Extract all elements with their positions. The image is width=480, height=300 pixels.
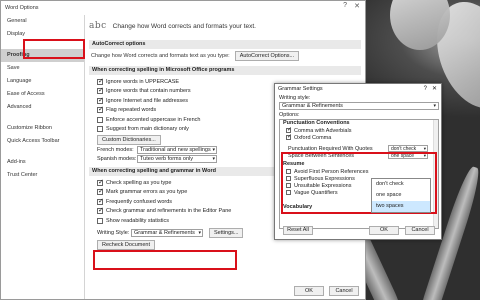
- checkbox[interactable]: [97, 126, 103, 133]
- option-comma-adverbials[interactable]: Comma with Adverbials: [280, 126, 438, 134]
- panel-header: abc Change how Word corrects and formats…: [89, 15, 361, 37]
- highlight-proofing: [23, 39, 85, 59]
- recheck-row: Recheck Document: [89, 239, 361, 250]
- french-modes-select[interactable]: Traditional and new spellings ▾: [137, 145, 217, 154]
- spanish-modes-label: Spanish modes:: [97, 156, 137, 163]
- abc-icon: abc: [89, 21, 107, 31]
- autocorrect-desc: Change how Word corrects and formats tex…: [91, 53, 230, 59]
- checkbox[interactable]: [97, 116, 103, 123]
- help-icon[interactable]: ?: [424, 84, 427, 95]
- sidebar-item-ease-of-access[interactable]: Ease of Access: [1, 88, 84, 101]
- select-value: Grammar & Refinements: [282, 103, 343, 109]
- writing-style-label: Writing style:: [279, 95, 311, 101]
- checkbox-label: Enforce accented uppercase in French: [106, 116, 201, 123]
- checkbox-label: Frequently confused words: [106, 198, 173, 205]
- option-oxford-comma[interactable]: Oxford Comma: [280, 133, 438, 141]
- autocorrect-row: Change how Word corrects and formats tex…: [89, 49, 361, 63]
- help-icon[interactable]: ?: [343, 2, 347, 9]
- checkbox-label: Flag repeated words: [106, 107, 157, 114]
- dialog-footer: Reset All OK Cancel: [279, 226, 437, 236]
- dialog-title: Grammar Settings: [278, 86, 323, 92]
- sidebar-item-add-ins[interactable]: Add-ins: [1, 156, 84, 169]
- sidebar-item-customize-ribbon[interactable]: Customize Ribbon: [1, 122, 84, 135]
- select-value: Traditional and new spellings: [140, 146, 211, 153]
- cancel-button[interactable]: Cancel: [329, 286, 359, 296]
- checkbox-label: Ignore words that contain numbers: [106, 88, 191, 95]
- sidebar-item-advanced[interactable]: Advanced: [1, 101, 84, 114]
- checkbox[interactable]: [97, 86, 104, 95]
- space-dropdown-menu: don't check one space two spaces: [371, 178, 431, 213]
- select-value: Tuteo verb forms only: [140, 156, 193, 163]
- checkbox-label: Check grammar and refinements in the Edi…: [106, 208, 232, 215]
- checkbox[interactable]: [97, 217, 103, 224]
- group-heading: Punctuation Conventions: [283, 120, 350, 126]
- close-icon[interactable]: ✕: [432, 84, 437, 95]
- settings-button[interactable]: Settings...: [209, 227, 244, 238]
- checkbox[interactable]: [97, 105, 104, 114]
- option-label: Punctuation Required With Quotes: [288, 145, 373, 152]
- autocorrect-options-button[interactable]: AutoCorrect Options...: [234, 51, 300, 61]
- dropdown-option-selected[interactable]: two spaces: [372, 201, 430, 212]
- checkbox[interactable]: [97, 206, 104, 215]
- chevron-down-icon: ▾: [212, 156, 215, 163]
- dropdown-option[interactable]: one space: [372, 190, 430, 201]
- section-office-spelling: When correcting spelling in Microsoft Of…: [89, 66, 361, 75]
- french-modes-label: French modes:: [97, 146, 134, 153]
- dropdown-option[interactable]: don't check: [372, 179, 430, 190]
- ok-button[interactable]: OK: [294, 286, 324, 296]
- spanish-modes-select[interactable]: Tuteo verb forms only ▾: [137, 155, 217, 164]
- chevron-down-icon: ▾: [433, 103, 436, 109]
- chevron-down-icon: ▾: [198, 229, 201, 236]
- section-autocorrect: AutoCorrect options: [89, 40, 361, 49]
- writing-style-label: Writing Style:: [97, 229, 130, 236]
- reset-all-button[interactable]: Reset All: [283, 226, 313, 235]
- checkbox[interactable]: [97, 187, 104, 196]
- checkbox-label: Mark grammar errors as you type: [106, 189, 188, 196]
- option-label: Oxford Comma: [294, 134, 332, 141]
- checkbox-label: Check spelling as you type: [106, 179, 172, 186]
- panel-heading: Change how Word corrects and formats you…: [112, 22, 256, 30]
- chevron-down-icon: ▾: [212, 146, 215, 153]
- sidebar-item-general[interactable]: General: [1, 15, 84, 28]
- ok-button[interactable]: OK: [369, 226, 399, 235]
- dialog-footer: OK Cancel: [294, 286, 359, 296]
- option-quotes: Punctuation Required With Quotes don't c…: [280, 145, 438, 152]
- options-label: Options:: [279, 112, 300, 118]
- checkbox[interactable]: [97, 178, 104, 187]
- sidebar-item-language[interactable]: Language: [1, 75, 84, 88]
- checkbox[interactable]: [97, 77, 104, 86]
- window-titlebar: Word Options ? ✕: [1, 1, 365, 15]
- checkbox-label: Ignore words in UPPERCASE: [106, 78, 180, 85]
- sidebar-item-quick-access-toolbar[interactable]: Quick Access Toolbar: [1, 135, 84, 148]
- cancel-button[interactable]: Cancel: [405, 226, 435, 235]
- writing-style-select[interactable]: Grammar & Refinements ▾: [279, 102, 439, 110]
- writing-style-select[interactable]: Grammar & Refinements ▾: [131, 228, 203, 237]
- close-icon[interactable]: ✕: [354, 2, 360, 10]
- custom-dictionaries-button[interactable]: Custom Dictionaries...: [97, 134, 161, 145]
- option-label: Comma with Adverbials: [294, 127, 352, 134]
- checkbox[interactable]: [97, 96, 104, 105]
- sidebar-item-trust-center[interactable]: Trust Center: [1, 169, 84, 182]
- checkbox[interactable]: [286, 133, 292, 141]
- checkbox-label: Show readability statistics: [106, 217, 169, 224]
- highlight-writing-style: [93, 250, 237, 270]
- dialog-titlebar: Grammar Settings ? ✕: [275, 84, 441, 95]
- checkbox-label: Ignore Internet and file addresses: [106, 97, 188, 104]
- checkbox-label: Suggest from main dictionary only: [106, 126, 189, 133]
- quotes-select[interactable]: don't check ▾: [388, 145, 428, 152]
- checkbox[interactable]: [97, 197, 104, 206]
- sidebar-item-save[interactable]: Save: [1, 62, 84, 75]
- window-title: Word Options: [5, 5, 39, 11]
- grammar-settings-dialog: Grammar Settings ? ✕ Writing style: Gram…: [274, 83, 442, 240]
- recheck-document-button[interactable]: Recheck Document: [97, 239, 155, 250]
- select-value: Grammar & Refinements: [134, 229, 195, 236]
